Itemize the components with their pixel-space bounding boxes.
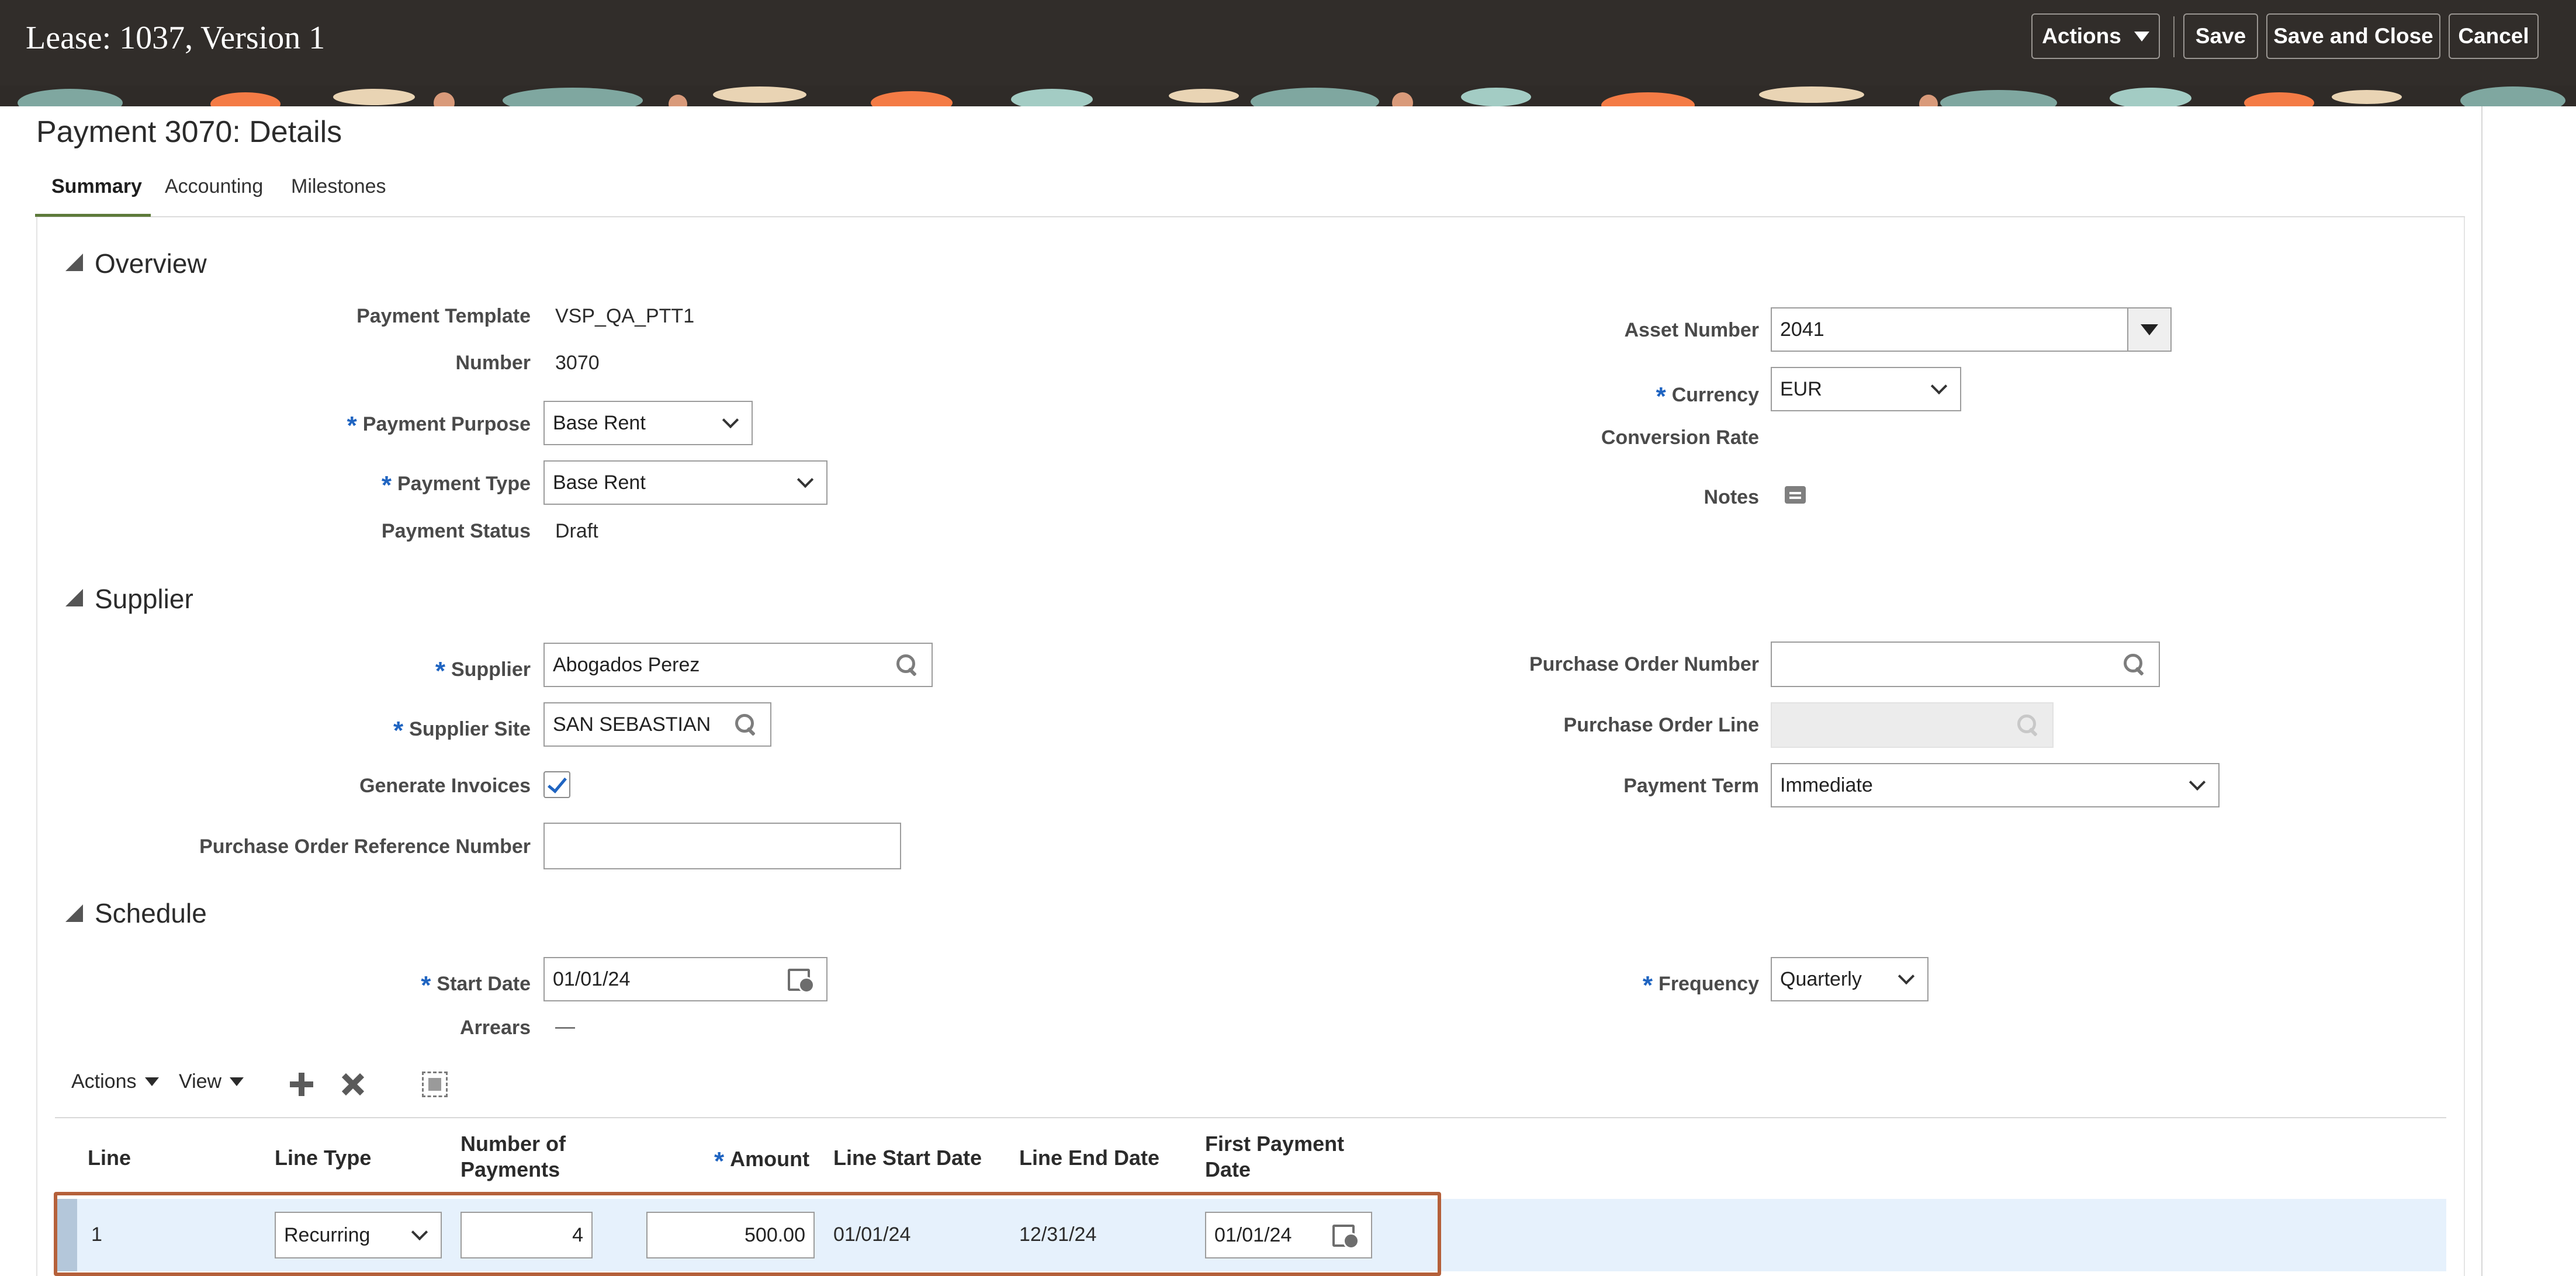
- table-top-border: [55, 1117, 2446, 1118]
- column-header-number-of-payments-1: Number of: [461, 1132, 566, 1156]
- payment-status-label: Payment Status: [381, 520, 531, 542]
- detach-table-icon[interactable]: [422, 1072, 448, 1097]
- generate-invoices-label: Generate Invoices: [359, 775, 531, 797]
- add-row-icon[interactable]: [290, 1073, 313, 1096]
- required-marker: *: [347, 411, 357, 440]
- active-tab-indicator: [35, 214, 151, 217]
- column-header-line-end-date: Line End Date: [1019, 1146, 1160, 1170]
- tab-accounting[interactable]: Accounting: [165, 175, 263, 198]
- start-date-input[interactable]: 01/01/24: [543, 957, 827, 1001]
- chevron-down-icon: [2189, 774, 2206, 791]
- chevron-down-icon: [797, 471, 814, 488]
- header-separator: [2173, 16, 2175, 57]
- number-label: Number: [455, 352, 531, 374]
- column-header-line: Line: [88, 1146, 131, 1170]
- arrears-value: —: [555, 1015, 575, 1038]
- required-marker: *: [393, 716, 404, 745]
- start-date-label: * Start Date: [421, 971, 531, 1000]
- notes-label: Notes: [1704, 486, 1759, 508]
- search-icon[interactable]: [895, 653, 919, 677]
- row-highlight-box: [54, 1192, 1441, 1276]
- decorative-banner: [0, 85, 2576, 106]
- po-number-label: Purchase Order Number: [1529, 653, 1759, 675]
- payment-status-value: Draft: [555, 520, 598, 542]
- actions-menu-button[interactable]: Actions: [2031, 13, 2160, 59]
- po-reference-number-label: Purchase Order Reference Number: [199, 835, 531, 858]
- column-header-amount: * Amount: [714, 1147, 810, 1176]
- table-view-label: View: [179, 1070, 222, 1093]
- payment-term-select[interactable]: Immediate: [1771, 763, 2220, 807]
- column-header-first-payment-date-2: Date: [1205, 1157, 1251, 1181]
- table-view-menu[interactable]: View: [179, 1070, 244, 1093]
- frequency-label: * Frequency: [1642, 971, 1759, 1000]
- calendar-icon[interactable]: [787, 966, 815, 993]
- caret-down-icon: [2134, 31, 2149, 41]
- delete-row-icon[interactable]: [341, 1073, 365, 1096]
- required-marker: *: [435, 657, 445, 685]
- table-actions-label: Actions: [71, 1070, 137, 1093]
- chevron-down-icon: [1898, 968, 1915, 985]
- currency-label: * Currency: [1656, 382, 1759, 411]
- supplier-site-label: * Supplier Site: [393, 716, 531, 745]
- search-icon[interactable]: [734, 713, 757, 736]
- payment-template-value: VSP_QA_PTT1: [555, 305, 695, 327]
- required-marker: *: [421, 971, 431, 1000]
- actions-menu-label: Actions: [2042, 24, 2121, 48]
- number-value: 3070: [555, 352, 600, 374]
- payment-term-label: Payment Term: [1623, 775, 1759, 797]
- required-marker: *: [381, 471, 392, 500]
- payment-purpose-select[interactable]: Base Rent: [543, 401, 753, 445]
- notes-icon[interactable]: [1782, 484, 1808, 509]
- frequency-select[interactable]: Quarterly: [1771, 957, 1928, 1001]
- asset-number-dropdown-button[interactable]: [2127, 307, 2172, 352]
- collapse-schedule-icon[interactable]: [65, 904, 83, 922]
- required-marker: *: [714, 1147, 725, 1176]
- asset-number-combobox[interactable]: 2041: [1771, 307, 2128, 352]
- supplier-input[interactable]: Abogados Perez: [543, 643, 933, 687]
- payment-type-label: * Payment Type: [381, 471, 531, 500]
- page-title: Payment 3070: Details: [36, 115, 342, 149]
- content-frame-line: [2481, 106, 2482, 1276]
- po-line-input: [1771, 702, 2054, 748]
- app-header: Lease: 1037, Version 1 Actions Save Save…: [0, 0, 2576, 85]
- supplier-site-input[interactable]: SAN SEBASTIAN: [543, 702, 771, 747]
- column-header-line-start-date: Line Start Date: [833, 1146, 982, 1170]
- po-reference-number-input[interactable]: [543, 823, 901, 869]
- conversion-rate-label: Conversion Rate: [1601, 427, 1759, 449]
- required-marker: *: [1656, 382, 1666, 411]
- tab-summary[interactable]: Summary: [51, 175, 142, 198]
- column-header-number-of-payments-2: Payments: [461, 1157, 560, 1181]
- table-actions-menu[interactable]: Actions: [71, 1070, 159, 1093]
- po-number-input[interactable]: [1771, 642, 2160, 687]
- lease-title: Lease: 1037, Version 1: [26, 20, 326, 56]
- supplier-label: * Supplier: [435, 657, 531, 685]
- chevron-down-icon: [1930, 377, 1948, 395]
- column-header-first-payment-date-1: First Payment: [1205, 1132, 1345, 1156]
- section-title-overview: Overview: [95, 248, 207, 279]
- caret-down-icon: [144, 1077, 159, 1086]
- save-button[interactable]: Save: [2183, 13, 2258, 59]
- save-and-close-button[interactable]: Save and Close: [2266, 13, 2440, 59]
- tab-milestones[interactable]: Milestones: [291, 175, 386, 198]
- collapse-supplier-icon[interactable]: [65, 589, 83, 606]
- po-line-label: Purchase Order Line: [1563, 714, 1759, 736]
- cancel-button[interactable]: Cancel: [2449, 13, 2539, 59]
- arrears-label: Arrears: [460, 1017, 531, 1039]
- search-icon[interactable]: [2123, 653, 2146, 676]
- required-marker: *: [1642, 971, 1653, 1000]
- section-title-supplier: Supplier: [95, 584, 193, 614]
- section-title-schedule: Schedule: [95, 898, 207, 928]
- payment-purpose-label: * Payment Purpose: [347, 411, 531, 440]
- payment-type-select[interactable]: Base Rent: [543, 460, 827, 505]
- currency-select[interactable]: EUR: [1771, 367, 1961, 411]
- column-header-line-type: Line Type: [275, 1146, 372, 1170]
- search-icon: [2016, 713, 2040, 737]
- dropdown-triangle-icon: [2141, 324, 2158, 335]
- chevron-down-icon: [722, 411, 739, 429]
- generate-invoices-checkbox[interactable]: [543, 771, 570, 798]
- asset-number-label: Asset Number: [1624, 319, 1759, 341]
- payment-template-label: Payment Template: [356, 305, 531, 327]
- collapse-overview-icon[interactable]: [65, 254, 83, 271]
- caret-down-icon: [230, 1077, 244, 1086]
